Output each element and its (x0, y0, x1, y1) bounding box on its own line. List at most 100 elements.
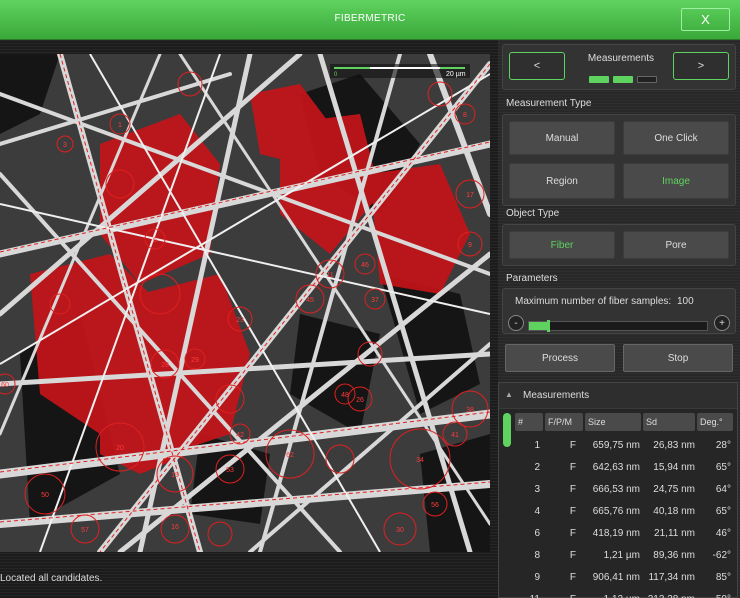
column-header-type[interactable]: F/P/M (545, 413, 583, 431)
annotation-label: 20 (116, 445, 124, 452)
cell-type: F (545, 594, 576, 598)
column-header-sd[interactable]: Sd (643, 413, 695, 431)
annotation-label: 53 (226, 467, 234, 474)
annotation-label: 19 (171, 472, 179, 479)
cell-deg: -62° (712, 550, 731, 561)
cell-number: 6 (534, 528, 540, 539)
column-header-size[interactable]: Size (585, 413, 641, 431)
cell-number: 8 (534, 550, 540, 561)
next-button[interactable]: > (673, 52, 729, 80)
table-row[interactable]: 4 F 665,76 nm 40,18 nm 65° (499, 501, 739, 523)
table-row[interactable]: 6 F 418,19 nm 21,11 nm 46° (499, 523, 739, 545)
table-row[interactable]: 9 F 906,41 nm 117,34 nm 85° (499, 567, 739, 589)
cell-type: F (569, 484, 576, 495)
parameters-label: Parameters (506, 273, 558, 284)
measurement-type-label: Measurement Type (506, 98, 592, 109)
annotation-label: 37 (371, 297, 379, 304)
cell-type: F (569, 572, 576, 583)
annotation-label: 8 (463, 112, 467, 119)
cell-size: 665,76 nm (592, 506, 640, 517)
annotation-label: 48 (341, 392, 349, 399)
prev-button[interactable]: < (509, 52, 565, 80)
cell-size: 659,75 nm (592, 440, 640, 451)
cell-deg: 50° (697, 594, 731, 598)
cell-deg: 65° (715, 506, 731, 517)
sem-image[interactable]: 1 3 6 8 9 11 16 17 19 20 23 26 28 29 30 … (0, 54, 490, 552)
annotation-label: 30 (396, 527, 404, 534)
measurements-table: ▲ Measurements # F/P/M Size Sd Deg.° 1 F 6… (498, 382, 738, 598)
page-dot (589, 76, 609, 83)
cell-size: 418,19 nm (592, 528, 640, 539)
slider-handle[interactable] (546, 320, 550, 332)
cell-number: 4 (534, 506, 540, 517)
cell-type: F (569, 550, 576, 561)
cell-type: F (569, 506, 576, 517)
cell-number: 3 (534, 484, 540, 495)
table-row[interactable]: 3 F 666,53 nm 24,75 nm 64° (499, 479, 739, 501)
cell-sd: 213,38 nm (643, 594, 695, 598)
samples-slider[interactable] (528, 320, 708, 332)
annotation-label: 38 (466, 407, 474, 414)
image-button[interactable]: Image (623, 163, 729, 199)
annotation-label: 6 (153, 237, 157, 244)
pore-button[interactable]: Pore (623, 231, 729, 259)
title-bar: FIBERMETRIC X (0, 0, 740, 40)
table-row[interactable]: 2 F 642,63 nm 15,94 nm 65° (499, 457, 739, 479)
cell-deg: 64° (715, 484, 731, 495)
one-click-button[interactable]: One Click (623, 121, 729, 155)
nav-title: Measurements (587, 53, 655, 64)
cell-sd: 26,83 nm (653, 440, 695, 451)
annotation-label: 60 (1, 382, 9, 389)
cell-sd: 117,34 nm (648, 572, 695, 583)
cell-size: 1,21 µm (603, 550, 640, 561)
fiber-button[interactable]: Fiber (509, 231, 615, 259)
increase-button[interactable]: + (714, 315, 730, 331)
cell-size: 642,63 nm (592, 462, 640, 473)
collapse-arrow-icon[interactable]: ▲ (505, 390, 513, 399)
table-row[interactable]: 1 F 659,75 nm 26,83 nm 28° (499, 435, 739, 457)
control-panel: < Measurements > Measurement Type Manual… (498, 40, 740, 598)
cell-sd: 24,75 nm (653, 484, 695, 495)
measurements-header[interactable]: ▲ Measurements (499, 383, 737, 409)
max-samples-value: 100 (676, 296, 694, 307)
cell-sd: 40,18 nm (653, 506, 695, 517)
cell-number: 1 (534, 440, 540, 451)
table-row[interactable]: 8 F 1,21 µm 89,36 nm -62° (499, 545, 739, 567)
cell-type: F (569, 462, 576, 473)
decrease-button[interactable]: - (508, 315, 524, 331)
close-button[interactable]: X (681, 8, 730, 31)
annotation-label: 3 (63, 142, 67, 149)
slider-fill (529, 322, 547, 330)
parameters-group: Maximum number of fiber samples: 100 - + (502, 288, 736, 334)
image-viewer[interactable]: 1 3 6 8 9 11 16 17 19 20 23 26 28 29 30 … (0, 40, 498, 598)
cell-deg: 65° (715, 462, 731, 473)
column-header-number[interactable]: # (515, 413, 543, 431)
cell-number: 9 (534, 572, 540, 583)
measurement-type-group: Manual One Click Region Image (502, 114, 736, 206)
cell-sd: 21,11 nm (654, 528, 695, 539)
column-header-deg[interactable]: Deg.° (697, 413, 733, 431)
page-dot (637, 76, 657, 83)
max-samples-label: Maximum number of fiber samples: (515, 296, 672, 307)
window-title: FIBERMETRIC (334, 13, 406, 24)
region-button[interactable]: Region (509, 163, 615, 199)
cell-type: F (569, 528, 576, 539)
annotation-label: 29 (191, 357, 199, 364)
manual-button[interactable]: Manual (509, 121, 615, 155)
sem-image-canvas: 1 3 6 8 9 11 16 17 19 20 23 26 28 29 30 … (0, 54, 490, 552)
annotation-label: 1 (118, 122, 122, 129)
cell-sd: 15,94 nm (653, 462, 695, 473)
scale-bar: 0 20 µm (330, 64, 470, 78)
annotation-label: 45 (306, 297, 314, 304)
stop-button[interactable]: Stop (623, 344, 733, 372)
status-text: Located all candidates. (0, 573, 103, 584)
annotation-label: 57 (81, 527, 89, 534)
annotation-label: 17 (466, 192, 474, 199)
cell-sd: 89,36 nm (653, 550, 695, 561)
status-bar: Located all candidates. (0, 568, 498, 588)
object-type-label: Object Type (506, 208, 560, 219)
annotation-label: 56 (431, 502, 439, 509)
table-row[interactable]: 11 F 1,12 µm213,38 nm50° (499, 589, 739, 598)
process-button[interactable]: Process (505, 344, 615, 372)
annotation-label: 9 (468, 242, 472, 249)
